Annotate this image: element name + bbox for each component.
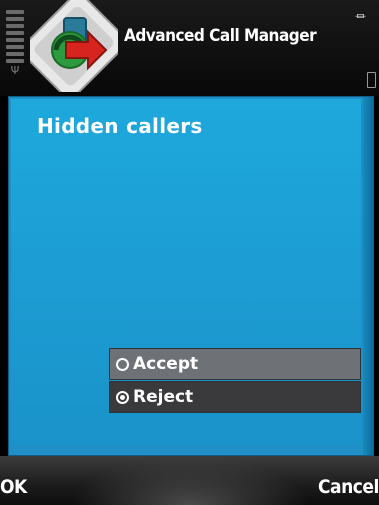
charger-plug-icon: ⏛ xyxy=(355,10,366,23)
battery-indicator: ⏛ xyxy=(355,8,379,90)
cancel-softkey[interactable]: Cancel xyxy=(318,476,379,498)
ok-softkey[interactable]: OK xyxy=(0,476,27,498)
softkey-bar: OK Cancel xyxy=(0,456,379,505)
dialog-title: Hidden callers xyxy=(37,114,203,138)
title-bar: Ψ Advanced Call Manager ⏛ xyxy=(0,0,379,96)
battery-icon xyxy=(367,72,376,88)
app-title: Advanced Call Manager xyxy=(124,26,317,46)
signal-strength-icon: Ψ xyxy=(6,10,24,80)
option-label: Reject xyxy=(133,387,194,407)
dialog-scrollbar xyxy=(363,97,373,455)
option-accept[interactable]: Accept xyxy=(109,348,361,380)
phone-redirect-icon xyxy=(30,0,118,92)
radio-on-icon xyxy=(116,390,129,404)
option-list: Accept Reject xyxy=(109,348,361,413)
radio-off-icon xyxy=(116,357,129,371)
option-label: Accept xyxy=(133,354,199,374)
option-reject[interactable]: Reject xyxy=(109,381,361,413)
